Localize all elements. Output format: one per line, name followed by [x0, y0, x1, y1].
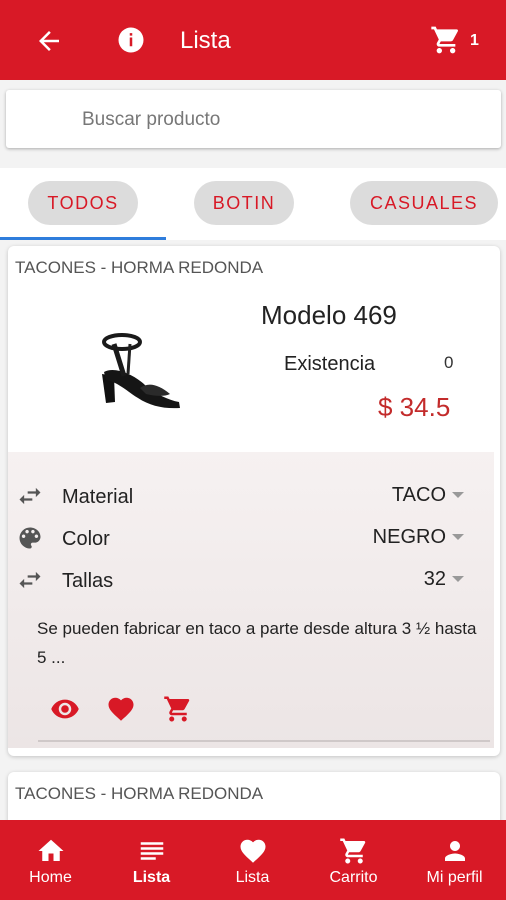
swap-icon [19, 487, 41, 505]
tab-todos[interactable]: TODOS [28, 181, 138, 225]
home-icon [38, 839, 64, 861]
dropdown-caret-icon[interactable] [452, 534, 464, 540]
dropdown-caret-icon[interactable] [452, 576, 464, 582]
divider [38, 740, 490, 742]
nav-label: Lista [235, 869, 270, 886]
nav-mi-perfil[interactable]: Mi perfil [404, 820, 505, 900]
product-description: Se pueden fabricar en taco a parte desde… [37, 619, 477, 667]
stock-label: Existencia [284, 353, 376, 375]
stock-value: 0 [444, 353, 454, 372]
option-label: Tallas [62, 570, 114, 592]
option-color[interactable]: Color NEGRO [8, 520, 494, 556]
nav-label: Lista [132, 869, 171, 886]
list-icon [140, 842, 164, 860]
product-card[interactable]: TACONES - HORMA REDONDA Modelo 469 Exist… [8, 246, 500, 756]
add-to-cart-icon[interactable] [163, 694, 193, 724]
active-tab-indicator [0, 237, 166, 240]
option-material[interactable]: Material TACO [8, 478, 494, 514]
nav-carrito[interactable]: Carrito [303, 820, 404, 900]
option-tallas[interactable]: Tallas 32 [8, 562, 494, 598]
swap-icon [19, 571, 41, 589]
product-price: $ 34.5 [378, 392, 451, 422]
bottom-navigation: Home Lista Lista Carrito Mi perfil [0, 820, 506, 900]
back-arrow-icon[interactable] [34, 26, 64, 56]
category-tabs: TODOS BOTIN CASUALES [0, 168, 506, 240]
nav-favoritos[interactable]: Lista [202, 820, 303, 900]
product-model: Modelo 469 [261, 300, 397, 330]
option-value[interactable]: TACO [392, 484, 446, 507]
cart-count-badge: 1 [470, 32, 479, 49]
nav-label: Carrito [329, 869, 378, 886]
app-bar: Lista 1 [0, 0, 506, 80]
dropdown-caret-icon[interactable] [452, 492, 464, 498]
palette-icon [19, 527, 41, 549]
tab-casuales[interactable]: CASUALES [350, 181, 498, 225]
nav-lista[interactable]: Lista [101, 820, 202, 900]
cart-icon [340, 838, 366, 864]
heart-icon[interactable] [106, 694, 136, 724]
page-title: Lista [180, 27, 231, 54]
option-value[interactable]: NEGRO [373, 526, 446, 549]
tab-botin[interactable]: BOTIN [194, 181, 294, 225]
option-label: Material [62, 486, 134, 508]
person-icon [445, 841, 465, 861]
option-value[interactable]: 32 [424, 568, 446, 591]
product-actions [8, 692, 494, 726]
eye-icon[interactable] [50, 694, 80, 724]
product-category: TACONES - HORMA REDONDA [15, 258, 264, 277]
nav-label: Home [29, 869, 72, 886]
cart-icon[interactable] [430, 24, 462, 56]
nav-label: Mi perfil [426, 869, 483, 886]
product-image[interactable] [84, 314, 192, 422]
heart-icon [240, 839, 266, 863]
info-icon[interactable] [116, 25, 146, 55]
nav-home[interactable]: Home [0, 820, 101, 900]
search-input[interactable]: Buscar producto [82, 109, 220, 131]
product-category: TACONES - HORMA REDONDA [15, 784, 264, 803]
option-label: Color [62, 528, 110, 550]
search-bar[interactable]: Buscar producto [6, 90, 501, 148]
